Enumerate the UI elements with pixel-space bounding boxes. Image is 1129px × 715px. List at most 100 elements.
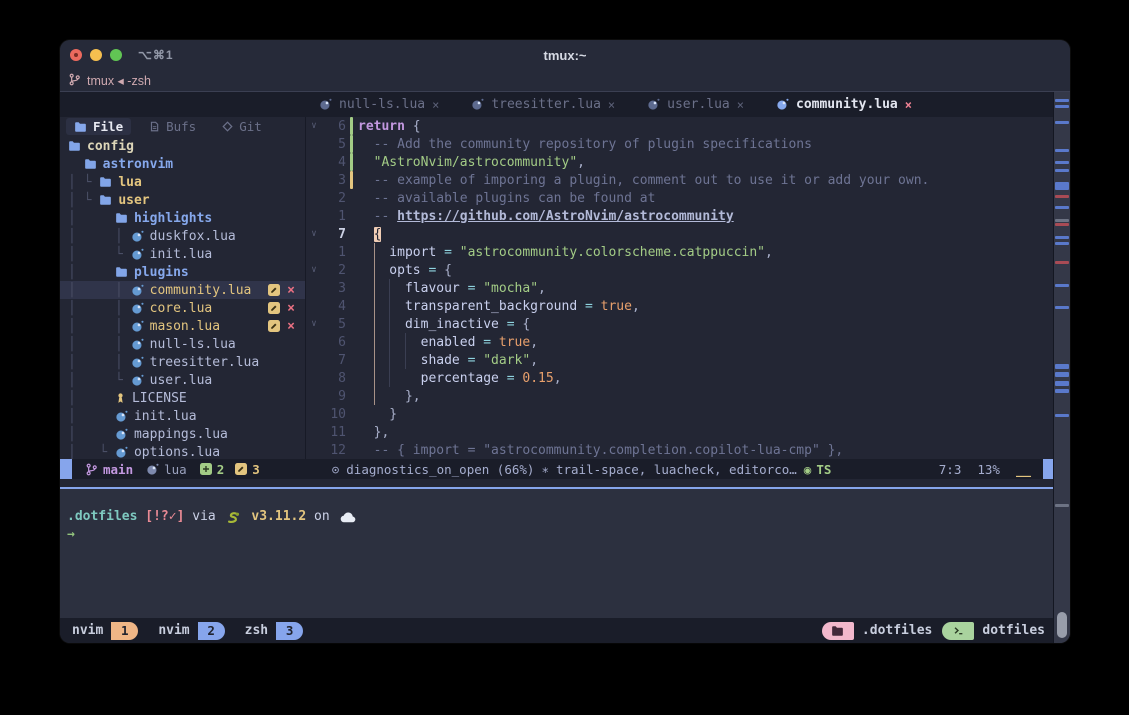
code-line[interactable]: 6 enabled = true, <box>306 333 1053 351</box>
buffer-close-icon[interactable]: × <box>608 98 615 112</box>
explorer-tab-label: Git <box>239 119 262 134</box>
scrollbar-thumb[interactable] <box>1057 612 1067 638</box>
code-line[interactable]: 3 flavour = "mocha", <box>306 279 1053 297</box>
zoom-button[interactable] <box>110 49 122 61</box>
lua-file-icon <box>471 98 484 111</box>
code-line[interactable]: 5 -- Add the community repository of plu… <box>306 135 1053 153</box>
token: -- <box>358 209 397 224</box>
explorer-tab-git[interactable]: Git <box>214 118 270 135</box>
buffer-close-icon[interactable]: × <box>905 98 912 112</box>
scrollbar-mark <box>1055 261 1069 264</box>
shell-pane[interactable]: .dotfiles [!?✓] via v3.11.2 on → <box>60 489 1053 618</box>
code-line[interactable]: 2 -- available plugins can be found at <box>306 189 1053 207</box>
tree-item[interactable]: │ highlights <box>60 209 305 227</box>
token: opts <box>358 263 421 278</box>
code-line[interactable]: 11 }, <box>306 423 1053 441</box>
buffer-tab[interactable]: treesitter.lua× <box>471 97 615 112</box>
line-number: 11 <box>322 425 348 440</box>
buffer-tab[interactable]: community.lua× <box>776 97 912 112</box>
buffer-tab[interactable]: null-ls.lua × <box>319 97 439 112</box>
tree-item[interactable]: astronvim <box>60 155 305 173</box>
tree-item[interactable]: │ init.lua <box>60 407 305 425</box>
fold-chevron-icon[interactable]: ∨ <box>306 229 322 239</box>
buffer-tab[interactable]: user.lua× <box>647 97 744 112</box>
tree-item[interactable]: config <box>60 137 305 155</box>
token: transparent_background <box>358 299 577 314</box>
line-number: 2 <box>322 263 348 278</box>
tmux-window-index: 3 <box>276 622 303 640</box>
scrollbar-mark <box>1055 105 1069 108</box>
tree-item[interactable]: │ plugins <box>60 263 305 281</box>
unsaved-close-icon[interactable]: × <box>287 320 295 333</box>
code-text: -- https://github.com/AstroNvim/astrocom… <box>356 209 734 224</box>
token: return <box>358 119 405 134</box>
token: , <box>765 245 773 260</box>
code-line[interactable]: 10 } <box>306 405 1053 423</box>
explorer-tab-bufs[interactable]: Bufs <box>141 118 204 135</box>
tree-item[interactable]: │ │ community.lua× <box>60 281 305 299</box>
folder-icon <box>68 140 81 152</box>
token: = <box>460 353 483 368</box>
scrollbar-mark <box>1055 364 1069 369</box>
tmux-status-item[interactable]: .dotfiles <box>822 622 932 640</box>
code-line[interactable]: 8 percentage = 0.15, <box>306 369 1053 387</box>
tmux-window-2[interactable]: nvim2 <box>154 622 224 640</box>
code-line[interactable]: 7 shade = "dark", <box>306 351 1053 369</box>
fold-chevron-icon[interactable]: ∨ <box>306 265 322 275</box>
tree-item[interactable]: │ │ core.lua× <box>60 299 305 317</box>
fold-chevron-icon[interactable]: ∨ <box>306 121 322 131</box>
tmux-window-1[interactable]: nvim1 <box>68 622 138 640</box>
code-line[interactable]: 3 -- example of imporing a plugin, comme… <box>306 171 1053 189</box>
code-line[interactable]: ∨5 dim_inactive = { <box>306 315 1053 333</box>
tree-item[interactable]: │ └ lua <box>60 173 305 191</box>
tree-item[interactable]: │ └ options.lua <box>60 443 305 459</box>
tree-guides: │ <box>68 265 115 280</box>
tmux-session-tab[interactable]: tmux ◂ -zsh <box>68 73 151 89</box>
buffer-close-icon[interactable]: × <box>432 98 439 112</box>
code-line[interactable]: ∨7 { <box>306 225 1053 243</box>
scrollbar-mark <box>1055 219 1069 222</box>
tree-item-name: duskfox.lua <box>150 229 236 244</box>
tree-item[interactable]: │ └ user <box>60 191 305 209</box>
buffer-close-icon[interactable]: × <box>737 98 744 112</box>
tree-item[interactable]: │ └ user.lua <box>60 371 305 389</box>
unsaved-close-icon[interactable]: × <box>287 284 295 297</box>
tmux-window-3[interactable]: zsh3 <box>241 622 303 640</box>
code-line[interactable]: ∨2 opts = { <box>306 261 1053 279</box>
tree-guides: │ └ <box>68 373 131 388</box>
tree-guides: │ │ <box>68 283 131 298</box>
code-line[interactable]: 12 -- { import = "astrocommunity.complet… <box>306 441 1053 459</box>
tree-item[interactable]: │ │ duskfox.lua <box>60 227 305 245</box>
code-line[interactable]: 1 -- https://github.com/AstroNvim/astroc… <box>306 207 1053 225</box>
code-line[interactable]: 4 transparent_background = true, <box>306 297 1053 315</box>
tree-item[interactable]: │ └ init.lua <box>60 245 305 263</box>
git-branch-icon <box>85 463 98 476</box>
tree-item[interactable]: │ LICENSE <box>60 389 305 407</box>
tmux-status-item[interactable]: dotfiles <box>942 622 1045 640</box>
code-line[interactable]: 1 import = "astrocommunity.colorscheme.c… <box>306 243 1053 261</box>
tree-item[interactable]: │ │ null-ls.lua <box>60 335 305 353</box>
scrollbar-mark <box>1055 242 1069 245</box>
tree-item[interactable]: │ │ mason.lua× <box>60 317 305 335</box>
lua-file-icon <box>131 284 144 297</box>
code-line[interactable]: 9 }, <box>306 387 1053 405</box>
token: , <box>632 299 640 314</box>
code-line[interactable]: ∨6return { <box>306 117 1053 135</box>
buffer-tab-label: null-ls.lua <box>339 97 425 112</box>
unsaved-close-icon[interactable]: × <box>287 302 295 315</box>
tree-item[interactable]: │ mappings.lua <box>60 425 305 443</box>
explorer-tab-file[interactable]: File <box>66 118 131 135</box>
scrollbar-mark <box>1055 161 1069 164</box>
minimize-button[interactable] <box>90 49 102 61</box>
git-branch-segment[interactable]: main <box>85 462 133 477</box>
tree-item-name: user.lua <box>150 373 213 388</box>
close-button[interactable] <box>70 49 82 61</box>
fold-chevron-icon[interactable]: ∨ <box>306 319 322 329</box>
token: "mocha" <box>483 281 538 296</box>
token: import <box>358 245 436 260</box>
code-line[interactable]: 4 "AstroNvim/astrocommunity", <box>306 153 1053 171</box>
tree-guides: │ │ <box>68 229 131 244</box>
code-editor[interactable]: ∨6return {5 -- Add the community reposit… <box>305 117 1053 459</box>
tree-item[interactable]: │ │ treesitter.lua <box>60 353 305 371</box>
line-number: 2 <box>322 191 348 206</box>
